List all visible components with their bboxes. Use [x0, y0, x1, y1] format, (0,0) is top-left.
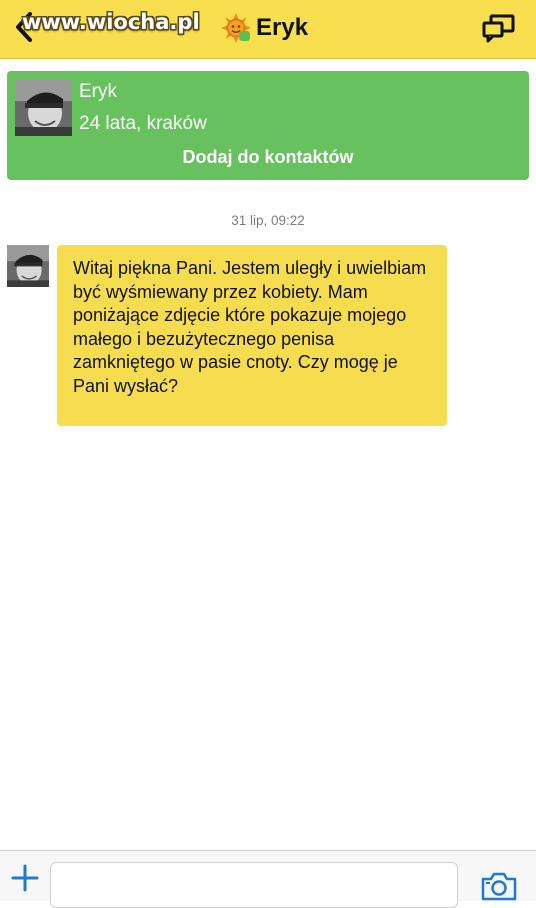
top-bar: www.wiocha.pl Eryk: [0, 0, 536, 59]
avatar-photo: [7, 245, 49, 287]
message-input[interactable]: [50, 862, 458, 908]
profile-avatar[interactable]: [15, 79, 72, 136]
switch-chats-button[interactable]: [482, 13, 516, 43]
profile-name: Eryk: [79, 81, 117, 102]
watermark-text: www.wiocha.pl: [22, 10, 200, 34]
plus-icon: [11, 864, 39, 892]
profile-details: 24 lata, kraków: [79, 113, 207, 134]
camera-icon: [481, 872, 517, 901]
message-avatar[interactable]: [7, 245, 49, 287]
message-text: Witaj piękna Pani. Jestem uległy i uwiel…: [73, 258, 427, 396]
profile-card: Eryk 24 lata, kraków Dodaj do kontaktów: [7, 71, 529, 180]
add-to-contacts-button[interactable]: Dodaj do kontaktów: [7, 147, 529, 168]
incoming-message-bubble[interactable]: Witaj piękna Pani. Jestem uległy i uwiel…: [57, 245, 447, 426]
camera-button[interactable]: [480, 871, 518, 901]
avatar-photo: [15, 79, 72, 136]
chat-title: Eryk: [256, 14, 309, 41]
composer-bar: [0, 850, 536, 908]
message-timestamp: 31 lip, 09:22: [231, 213, 305, 228]
sun-status-icon: [221, 13, 251, 43]
add-attachment-button[interactable]: [10, 863, 40, 901]
chat-title-area: Eryk: [220, 10, 308, 46]
switch-chats-icon: [482, 14, 515, 43]
